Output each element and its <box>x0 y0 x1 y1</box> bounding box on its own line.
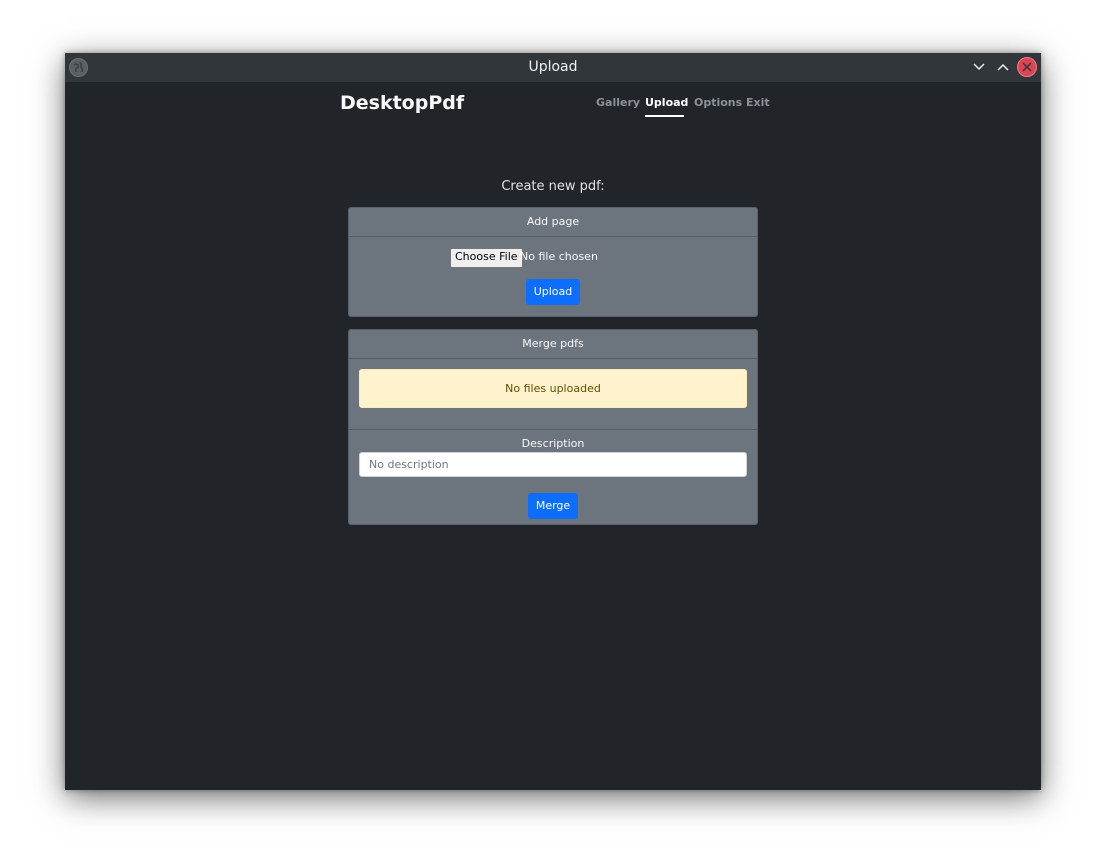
active-tab-indicator <box>645 115 684 117</box>
minimize-icon[interactable] <box>968 57 989 78</box>
merge-pdfs-card: Merge pdfs No files uploaded Description… <box>348 329 758 525</box>
description-input[interactable] <box>359 452 747 477</box>
nav-link-options[interactable]: Options <box>694 96 742 109</box>
close-icon[interactable] <box>1017 57 1037 77</box>
divider <box>349 429 757 430</box>
file-status-text: No file chosen <box>520 250 598 263</box>
maximize-icon[interactable] <box>992 57 1013 78</box>
nav-link-upload[interactable]: Upload <box>645 96 688 109</box>
merge-button[interactable]: Merge <box>528 493 578 519</box>
add-page-header: Add page <box>349 208 757 237</box>
nav-link-exit[interactable]: Exit <box>746 96 770 109</box>
merge-pdfs-header: Merge pdfs <box>349 330 757 359</box>
app-window: Upload DesktopPdf Gallery Upload Options… <box>65 53 1041 790</box>
app-brand[interactable]: DesktopPdf <box>340 92 464 114</box>
choose-file-button[interactable]: Choose File <box>450 248 523 268</box>
description-label: Description <box>521 437 585 450</box>
window-title: Upload <box>528 59 578 75</box>
no-files-alert: No files uploaded <box>359 369 747 408</box>
title-bar[interactable]: Upload <box>65 53 1041 82</box>
page-heading: Create new pdf: <box>501 179 605 194</box>
upload-button[interactable]: Upload <box>526 279 580 305</box>
add-page-card: Add page Choose File No file chosen Uplo… <box>348 207 758 317</box>
nav-link-gallery[interactable]: Gallery <box>596 96 640 109</box>
